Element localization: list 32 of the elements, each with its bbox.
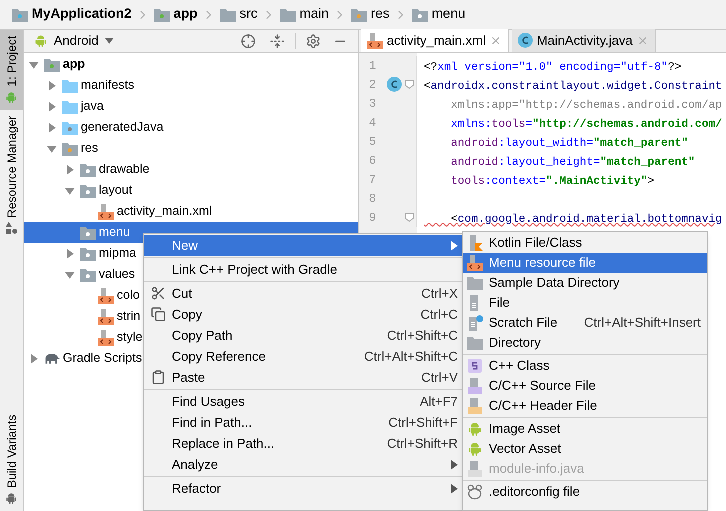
tree-item-label: style [117,329,143,346]
line-number: 7 [368,172,378,188]
line-number: 5 [368,134,378,150]
tree-item-label: menu [99,224,130,242]
tree-item-label: mipma [99,245,137,262]
tree-item-label: Gradle Scripts [63,350,142,368]
tree-item-label: res [81,140,98,158]
code-line: <androidx.constraintlayout.widget.Constraint [424,80,722,92]
tree-item-label: values [99,266,136,284]
code-line: <?xml version="1.0" encoding="utf-8"?> [424,62,682,74]
code-line: xmlns:app="http://schemas.android.com/ap [450,100,722,112]
line-number: 8 [368,190,378,208]
line-number: 6 [368,152,378,170]
tree-item-label: drawable [99,161,150,178]
line-number: 1 [368,58,378,74]
code-line: android:layout_height="match_parent" [450,156,696,168]
tree-item-label: colo [117,287,140,304]
tree-item-label: activity_main.xml [117,203,212,220]
tree-item-label: layout [99,182,132,200]
code-line: android:layout_width="match_parent" [450,138,688,150]
code-line: <com.google.android.material.bottomnavig [450,214,722,226]
tree-item-label: java [81,98,104,116]
tree-item-label: generatedJava [81,119,164,136]
code-line: tools:context=".MainActivity"> [450,176,655,188]
line-number: 3 [368,96,378,112]
tree-item-label: app [63,56,86,74]
tree-item-label: manifests [81,77,134,94]
tree-item-label: strin [117,308,141,326]
code-line: xmlns:tools="http://schemas.android.com/ [450,118,722,130]
line-number: 4 [368,114,378,132]
line-number: 2 [368,76,378,94]
line-number: 9 [368,210,378,226]
